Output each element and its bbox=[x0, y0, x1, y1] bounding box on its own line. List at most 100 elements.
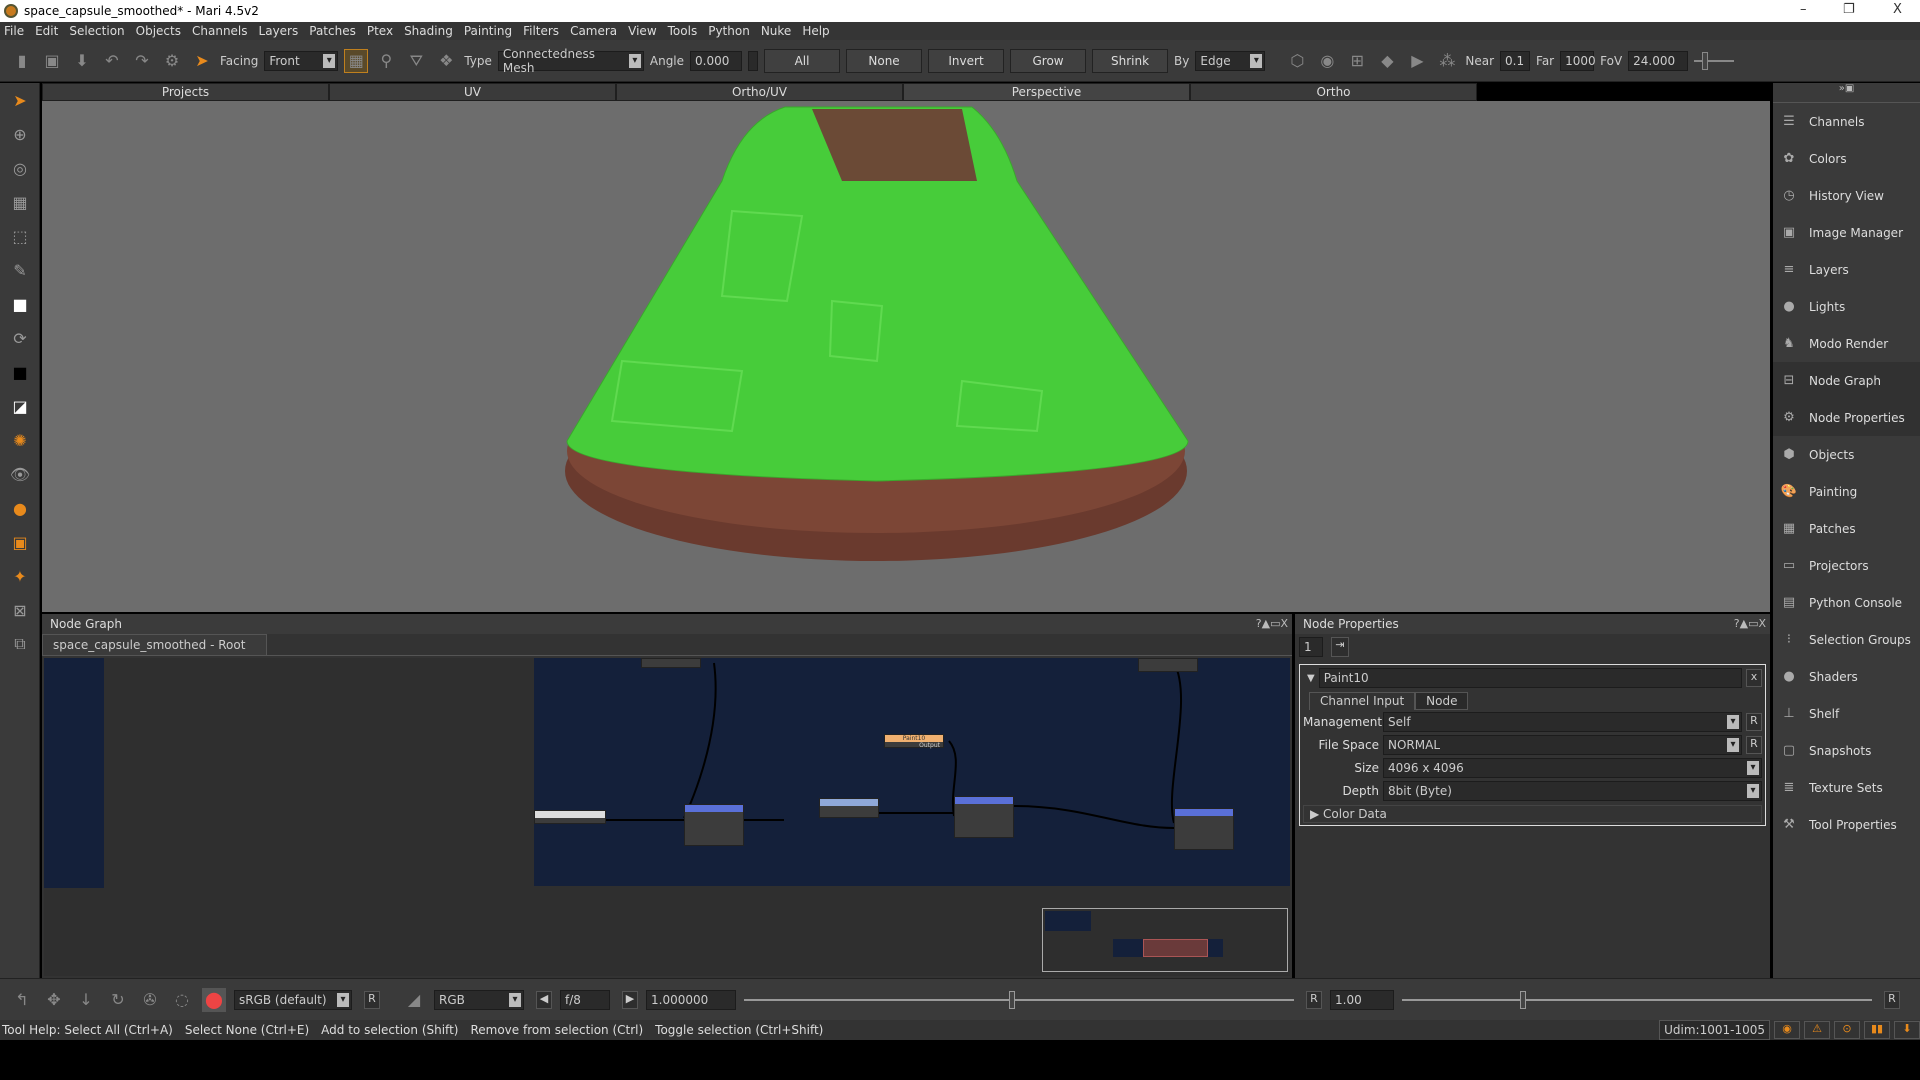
default-colors-icon[interactable]: ◪ bbox=[0, 389, 40, 423]
sync-icon[interactable]: ◉ bbox=[1774, 1021, 1800, 1039]
download-icon[interactable]: ⬇ bbox=[1894, 1021, 1920, 1039]
select-all-button[interactable]: All bbox=[764, 48, 841, 73]
graph-node-paint10[interactable]: Paint10 Output bbox=[884, 734, 944, 749]
fstop-decrease-button[interactable]: ◀ bbox=[536, 990, 552, 1009]
palette-item-lights[interactable]: ● Lights bbox=[1773, 288, 1920, 325]
palette-item-node-properties[interactable]: ⚙ Node Properties bbox=[1773, 399, 1920, 436]
frame-icon[interactable]: ⊞ bbox=[1345, 49, 1369, 73]
grid-icon[interactable]: ▦ bbox=[0, 185, 40, 219]
property-dropdown-depth[interactable]: 8bit (Byte) bbox=[1383, 781, 1762, 801]
perspective-viewport[interactable] bbox=[42, 101, 1770, 612]
palette-item-selection-groups[interactable]: ⁝ Selection Groups bbox=[1773, 621, 1920, 658]
angle-input[interactable]: 0.000 bbox=[690, 50, 743, 71]
menu-ptex[interactable]: Ptex bbox=[367, 24, 393, 38]
color-management-icon[interactable]: ⬤ bbox=[202, 987, 226, 1012]
undo-icon[interactable]: ↶ bbox=[100, 49, 124, 73]
reset-button[interactable]: R bbox=[1746, 713, 1762, 731]
graph-node[interactable] bbox=[534, 810, 606, 824]
channel-dropdown[interactable]: RGB bbox=[434, 989, 524, 1010]
shrink-button[interactable]: Shrink bbox=[1092, 48, 1169, 73]
tab-ortho[interactable]: Ortho bbox=[1190, 83, 1477, 101]
menu-tools[interactable]: Tools bbox=[668, 24, 698, 38]
graph-node-merge[interactable] bbox=[954, 796, 1014, 838]
minimize-button[interactable]: – bbox=[1800, 2, 1807, 17]
lasso-select-icon[interactable]: ⚲ bbox=[374, 49, 398, 73]
palette-item-python-console[interactable]: ▤ Python Console bbox=[1773, 584, 1920, 621]
graph-node-merge[interactable] bbox=[684, 804, 744, 846]
property-dropdown-file-space[interactable]: NORMAL bbox=[1383, 735, 1742, 755]
close-project-icon[interactable]: ▣ bbox=[40, 49, 64, 73]
select-patch-icon[interactable]: ▣ bbox=[0, 525, 40, 559]
background-color-swatch[interactable]: ■ bbox=[0, 355, 40, 389]
palette-item-node-graph[interactable]: ⊟ Node Graph bbox=[1773, 362, 1920, 399]
node-graph-minimap[interactable] bbox=[1042, 908, 1288, 972]
menu-view[interactable]: View bbox=[628, 24, 656, 38]
select-tool-icon[interactable]: ➤ bbox=[190, 49, 214, 73]
paint-through-icon[interactable]: ✺ bbox=[0, 423, 40, 457]
graph-node[interactable] bbox=[641, 658, 701, 668]
tab-node[interactable]: Node bbox=[1415, 692, 1469, 710]
visibility-icon[interactable]: 👁 bbox=[0, 457, 40, 491]
tab-projects[interactable]: Projects bbox=[42, 83, 329, 101]
palette-item-painting[interactable]: 🎨 Painting bbox=[1773, 473, 1920, 510]
memory-icon[interactable]: ▮▮ bbox=[1864, 1021, 1890, 1039]
lasso-icon[interactable]: ◎ bbox=[0, 151, 40, 185]
lut-icon[interactable]: ◢ bbox=[402, 988, 426, 1012]
tab-uv[interactable]: UV bbox=[329, 83, 616, 101]
dolly-icon[interactable]: ↓ bbox=[74, 988, 98, 1012]
menu-filters[interactable]: Filters bbox=[523, 24, 559, 38]
select-arrow-icon[interactable]: ➤ bbox=[0, 83, 40, 117]
menu-camera[interactable]: Camera bbox=[570, 24, 617, 38]
breadcrumb[interactable]: space_capsule_smoothed - Root bbox=[42, 634, 267, 656]
palette-item-objects[interactable]: ⬢ Objects bbox=[1773, 436, 1920, 473]
gamma-field[interactable]: 1.00 bbox=[1330, 989, 1394, 1010]
camera-icon[interactable]: ◉ bbox=[1315, 49, 1339, 73]
menu-objects[interactable]: Objects bbox=[136, 24, 181, 38]
by-dropdown[interactable]: Edge bbox=[1195, 50, 1266, 71]
colorspace-dropdown[interactable]: sRGB (default) bbox=[234, 989, 352, 1010]
remove-node-button[interactable]: x bbox=[1746, 669, 1762, 687]
palette-item-shaders[interactable]: ● Shaders bbox=[1773, 658, 1920, 695]
clear-nodes-icon[interactable]: ⇥ bbox=[1331, 637, 1349, 657]
menu-edit[interactable]: Edit bbox=[35, 24, 58, 38]
menu-python[interactable]: Python bbox=[708, 24, 750, 38]
fov-slider[interactable] bbox=[1694, 51, 1735, 70]
target-icon[interactable]: ⊙ bbox=[1834, 1021, 1860, 1039]
close-button[interactable]: X bbox=[1893, 2, 1902, 17]
foreground-color-swatch[interactable]: ■ bbox=[0, 287, 40, 321]
wireframe-icon[interactable]: ⬡ bbox=[1285, 49, 1309, 73]
node-count-field[interactable]: 1 bbox=[1299, 637, 1323, 657]
color-data-section[interactable]: ▶ Color Data bbox=[1303, 805, 1762, 823]
palette-item-texture-sets[interactable]: ≣ Texture Sets bbox=[1773, 769, 1920, 806]
frame-square-icon[interactable]: ⧉ bbox=[0, 627, 40, 661]
collapse-arrow-icon[interactable]: ▼ bbox=[1307, 673, 1315, 684]
marquee-icon[interactable]: ⬚ bbox=[0, 219, 40, 253]
tab-channel-input[interactable]: Channel Input bbox=[1309, 692, 1416, 710]
redo-icon[interactable]: ↷ bbox=[130, 49, 154, 73]
save-icon[interactable]: ⬇ bbox=[70, 49, 94, 73]
grow-button[interactable]: Grow bbox=[1010, 48, 1087, 73]
pan-icon[interactable]: ✥ bbox=[42, 988, 66, 1012]
menu-file[interactable]: File bbox=[4, 24, 24, 38]
box-x-icon[interactable]: ⊠ bbox=[0, 593, 40, 627]
node-graph-canvas[interactable]: Paint10 Output bbox=[44, 658, 1290, 976]
graph-node-levels[interactable] bbox=[819, 798, 879, 818]
gain-slider[interactable] bbox=[744, 990, 1294, 1009]
menu-layers[interactable]: Layers bbox=[259, 24, 299, 38]
facing-dropdown[interactable]: Front bbox=[264, 50, 339, 71]
maximize-button[interactable]: ❐ bbox=[1843, 2, 1855, 17]
fstop-increase-button[interactable]: ▶ bbox=[622, 990, 638, 1009]
fstop-field[interactable]: f/8 bbox=[560, 989, 610, 1010]
palette-item-patches[interactable]: ▦ Patches bbox=[1773, 510, 1920, 547]
select-none-button[interactable]: None bbox=[846, 48, 923, 73]
mesh-select-icon[interactable]: ❖ bbox=[434, 49, 458, 73]
tab-perspective[interactable]: Perspective bbox=[903, 83, 1190, 101]
property-dropdown-size[interactable]: 4096 x 4096 bbox=[1383, 758, 1762, 778]
fov-input[interactable]: 24.000 bbox=[1628, 50, 1689, 71]
brush-icon[interactable]: ✎ bbox=[0, 253, 40, 287]
menu-painting[interactable]: Painting bbox=[464, 24, 512, 38]
gamma-slider[interactable] bbox=[1402, 990, 1872, 1009]
menu-selection[interactable]: Selection bbox=[69, 24, 124, 38]
polygon-select-icon[interactable]: ⛛ bbox=[404, 49, 428, 73]
palette-item-colors[interactable]: ✿ Colors bbox=[1773, 140, 1920, 177]
